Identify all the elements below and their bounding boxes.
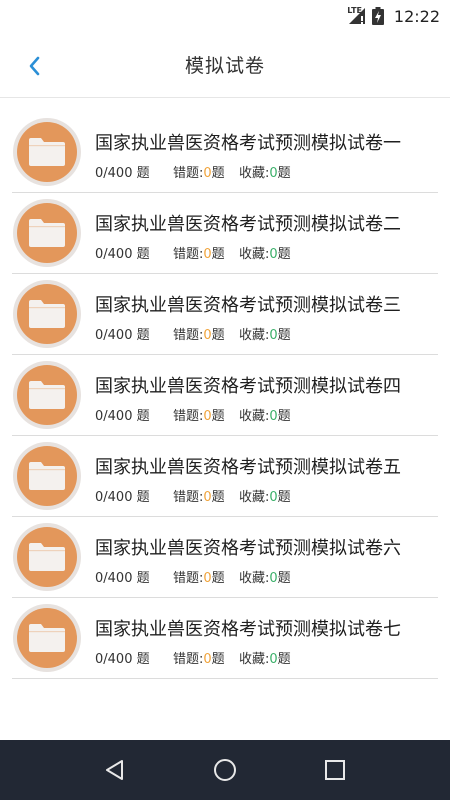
favorite-count: 收藏:0题 xyxy=(239,328,291,343)
wrong-count: 错题:0题 xyxy=(173,328,225,343)
progress-text: 0/400 题 xyxy=(95,490,150,505)
back-button[interactable] xyxy=(18,50,50,82)
progress-text: 0/400 题 xyxy=(95,247,150,262)
status-bar: LTE 12:22 xyxy=(0,0,450,32)
wrong-count: 错题:0题 xyxy=(173,490,225,505)
circle-home-icon xyxy=(214,759,236,781)
folder-icon xyxy=(29,462,65,490)
paper-title: 国家执业兽医资格考试预测模拟试卷一 xyxy=(95,133,401,154)
paper-meta: 0/400 题 错题:0题 收藏:0题 xyxy=(95,486,291,505)
paper-title: 国家执业兽医资格考试预测模拟试卷七 xyxy=(95,619,401,640)
progress-text: 0/400 题 xyxy=(95,166,150,181)
avatar xyxy=(13,442,81,510)
folder-icon xyxy=(29,138,65,166)
avatar xyxy=(13,199,81,267)
paper-meta: 0/400 题 错题:0题 收藏:0题 xyxy=(95,567,291,586)
avatar xyxy=(13,118,81,186)
paper-meta: 0/400 题 错题:0题 收藏:0题 xyxy=(95,162,291,181)
list-item[interactable]: 国家执业兽医资格考试预测模拟试卷二 0/400 题 错题:0题 收藏:0题 xyxy=(0,193,450,274)
progress-text: 0/400 题 xyxy=(95,409,150,424)
avatar xyxy=(13,280,81,348)
folder-icon xyxy=(29,624,65,652)
folder-icon xyxy=(29,219,65,247)
list-item[interactable]: 国家执业兽医资格考试预测模拟试卷七 0/400 题 错题:0题 收藏:0题 xyxy=(0,598,450,679)
triangle-back-icon xyxy=(106,760,123,780)
clock: 12:22 xyxy=(393,6,440,26)
paper-title: 国家执业兽医资格考试预测模拟试卷四 xyxy=(95,376,401,397)
battery-charging-icon xyxy=(371,7,384,25)
nav-back-button[interactable] xyxy=(95,750,135,790)
folder-icon xyxy=(29,381,65,409)
paper-title: 国家执业兽医资格考试预测模拟试卷三 xyxy=(95,295,401,316)
square-recents-icon xyxy=(325,760,345,780)
wrong-count: 错题:0题 xyxy=(173,166,225,181)
avatar xyxy=(13,523,81,591)
paper-list: 国家执业兽医资格考试预测模拟试卷一 0/400 题 错题:0题 收藏:0题 国家… xyxy=(0,112,450,679)
wrong-count: 错题:0题 xyxy=(173,571,225,586)
app-header: 模拟试卷 xyxy=(0,32,450,98)
paper-meta: 0/400 题 错题:0题 收藏:0题 xyxy=(95,405,291,424)
list-item[interactable]: 国家执业兽医资格考试预测模拟试卷六 0/400 题 错题:0题 收藏:0题 xyxy=(0,517,450,598)
network-type: LTE xyxy=(347,6,362,15)
list-item[interactable]: 国家执业兽医资格考试预测模拟试卷五 0/400 题 错题:0题 收藏:0题 xyxy=(0,436,450,517)
wrong-count: 错题:0题 xyxy=(173,409,225,424)
list-item[interactable]: 国家执业兽医资格考试预测模拟试卷四 0/400 题 错题:0题 收藏:0题 xyxy=(0,355,450,436)
folder-icon xyxy=(29,300,65,328)
paper-meta: 0/400 题 错题:0题 收藏:0题 xyxy=(95,324,291,343)
chevron-left-icon xyxy=(29,56,40,76)
favorite-count: 收藏:0题 xyxy=(239,247,291,262)
progress-text: 0/400 题 xyxy=(95,328,150,343)
paper-meta: 0/400 题 错题:0题 收藏:0题 xyxy=(95,243,291,262)
paper-title: 国家执业兽医资格考试预测模拟试卷五 xyxy=(95,457,401,478)
paper-meta: 0/400 题 错题:0题 收藏:0题 xyxy=(95,648,291,667)
wrong-count: 错题:0题 xyxy=(173,652,225,667)
system-nav-bar xyxy=(0,740,450,800)
paper-title: 国家执业兽医资格考试预测模拟试卷六 xyxy=(95,538,401,559)
progress-text: 0/400 题 xyxy=(95,571,150,586)
nav-home-button[interactable] xyxy=(205,750,245,790)
nav-recents-button[interactable] xyxy=(315,750,355,790)
list-item[interactable]: 国家执业兽医资格考试预测模拟试卷一 0/400 题 错题:0题 收藏:0题 xyxy=(0,112,450,193)
wrong-count: 错题:0题 xyxy=(173,247,225,262)
avatar xyxy=(13,604,81,672)
favorite-count: 收藏:0题 xyxy=(239,409,291,424)
list-item[interactable]: 国家执业兽医资格考试预测模拟试卷三 0/400 题 错题:0题 收藏:0题 xyxy=(0,274,450,355)
favorite-count: 收藏:0题 xyxy=(239,166,291,181)
page-title: 模拟试卷 xyxy=(184,55,265,77)
folder-icon xyxy=(29,543,65,571)
favorite-count: 收藏:0题 xyxy=(239,490,291,505)
favorite-count: 收藏:0题 xyxy=(239,571,291,586)
progress-text: 0/400 题 xyxy=(95,652,150,667)
favorite-count: 收藏:0题 xyxy=(239,652,291,667)
paper-title: 国家执业兽医资格考试预测模拟试卷二 xyxy=(95,214,401,235)
avatar xyxy=(13,361,81,429)
